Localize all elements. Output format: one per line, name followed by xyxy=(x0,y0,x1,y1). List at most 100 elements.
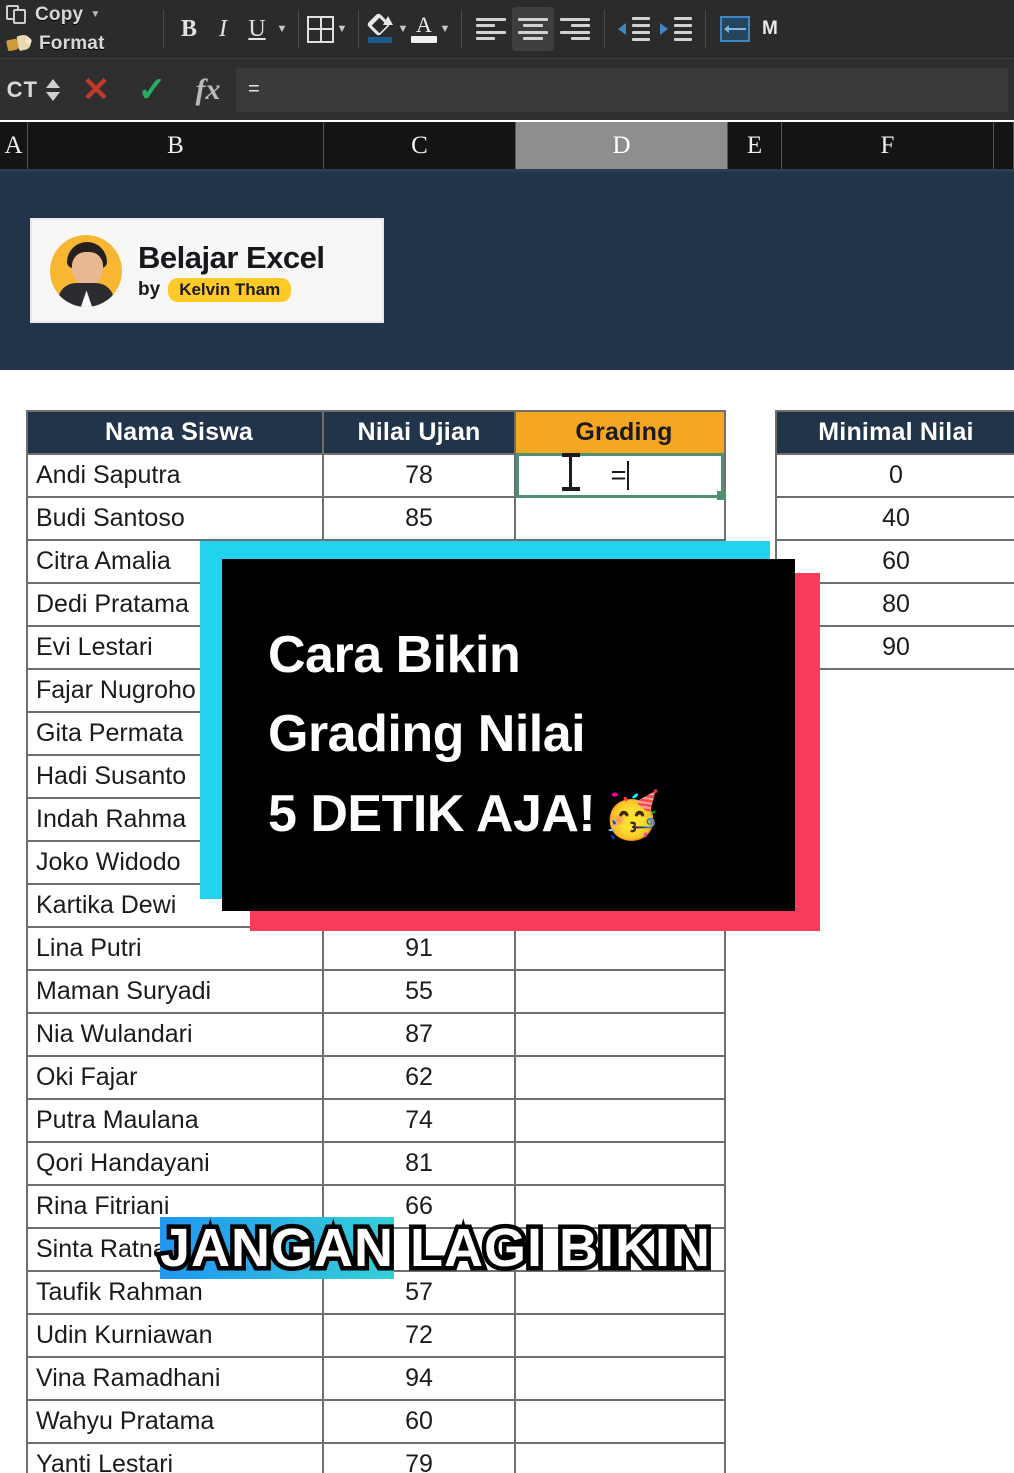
cell-score[interactable]: 62 xyxy=(322,1055,516,1100)
table-row: Budi Santoso 85 xyxy=(26,496,726,541)
cell-minimal-nilai[interactable]: 0 xyxy=(775,453,1014,498)
chevron-down-icon: ▼ xyxy=(90,9,101,20)
cell-score[interactable]: 78 xyxy=(322,453,516,498)
cell-name[interactable]: Vina Ramadhani xyxy=(26,1356,324,1401)
cell-grade[interactable] xyxy=(514,1399,726,1444)
cell-grade[interactable] xyxy=(514,1098,726,1143)
column-header-f[interactable]: F xyxy=(782,122,994,169)
cell-grade[interactable] xyxy=(514,1141,726,1186)
table-row: Vina Ramadhani 94 xyxy=(26,1356,726,1401)
channel-logo-card: Belajar Excel by Kelvin Tham xyxy=(30,218,384,323)
copy-icon xyxy=(6,4,28,25)
cell-grade[interactable] xyxy=(514,1012,726,1057)
cell-score[interactable]: 91 xyxy=(322,926,516,971)
font-color-icon[interactable]: A xyxy=(411,14,437,44)
promo-card-body: Cara Bikin Grading Nilai 5 DETIK AJA! 🥳 xyxy=(222,559,795,911)
cell-score[interactable]: 72 xyxy=(322,1313,516,1358)
promo-line-3-wrap: 5 DETIK AJA! 🥳 xyxy=(268,777,795,852)
formula-bar: CT ✕ ✓ fx = xyxy=(0,58,1014,120)
lookup-row: 0 xyxy=(775,453,1014,498)
cell-score[interactable]: 60 xyxy=(322,1399,516,1444)
party-face-emoji: 🥳 xyxy=(603,788,661,841)
table-row: Nia Wulandari 87 xyxy=(26,1012,726,1057)
active-cell-content: = xyxy=(610,460,627,490)
cell-name[interactable]: Lina Putri xyxy=(26,926,324,971)
cell-score[interactable]: 87 xyxy=(322,1012,516,1057)
cell-grade[interactable] xyxy=(514,926,726,971)
cell-name[interactable]: Maman Suryadi xyxy=(26,969,324,1014)
merge-label: M xyxy=(762,18,778,39)
confirm-formula-button[interactable]: ✓ xyxy=(124,59,180,121)
caption-word: BIKIN xyxy=(555,1214,715,1283)
cell-name[interactable]: Oki Fajar xyxy=(26,1055,324,1100)
column-header-e[interactable]: E xyxy=(728,122,782,169)
table-row: Putra Maulana 74 xyxy=(26,1098,726,1143)
format-painter-button[interactable]: Format xyxy=(6,29,155,58)
align-right-button[interactable] xyxy=(554,7,596,51)
align-left-button[interactable] xyxy=(470,7,512,51)
cell-grade[interactable] xyxy=(514,1055,726,1100)
table-row: Maman Suryadi 55 xyxy=(26,969,726,1014)
borders-icon[interactable] xyxy=(307,15,334,43)
cell-name[interactable]: Udin Kurniawan xyxy=(26,1313,324,1358)
insert-function-icon[interactable]: fx xyxy=(180,59,236,121)
header-nama-siswa: Nama Siswa xyxy=(26,410,324,455)
column-header-c[interactable]: C xyxy=(324,122,516,169)
cell-score[interactable]: 79 xyxy=(322,1442,516,1473)
clipboard-group: Copy ▼ Format xyxy=(0,0,172,58)
by-label: by xyxy=(138,278,161,300)
borders-chevron-down-icon[interactable]: ▼ xyxy=(334,23,350,35)
name-box-spinner[interactable] xyxy=(38,78,68,101)
divider xyxy=(705,10,706,48)
bold-button[interactable]: B xyxy=(172,9,206,49)
column-header-a[interactable]: A xyxy=(0,122,28,169)
cell-grade[interactable] xyxy=(514,496,726,541)
ribbon-toolbar: Copy ▼ Format B I U ▼ ▼ ▼ A ▼ M xyxy=(0,0,1014,58)
cell-score[interactable]: 55 xyxy=(322,969,516,1014)
italic-button[interactable]: I xyxy=(206,9,240,49)
copy-button[interactable]: Copy ▼ xyxy=(6,0,155,29)
cell-name[interactable]: Nia Wulandari xyxy=(26,1012,324,1057)
header-grading: Grading xyxy=(514,410,726,455)
cell-name[interactable]: Budi Santoso xyxy=(26,496,324,541)
cell-score[interactable]: 81 xyxy=(322,1141,516,1186)
table-row: Qori Handayani 81 xyxy=(26,1141,726,1186)
cell-minimal-nilai[interactable]: 40 xyxy=(775,496,1014,541)
underline-button[interactable]: U xyxy=(240,9,274,49)
divider xyxy=(358,10,359,48)
increase-indent-icon xyxy=(660,17,692,41)
name-box[interactable]: CT xyxy=(0,59,38,121)
font-color-chevron-down-icon[interactable]: ▼ xyxy=(437,23,453,35)
decrease-indent-button[interactable] xyxy=(613,7,655,51)
fill-color-chevron-down-icon[interactable]: ▼ xyxy=(395,23,411,35)
cell-grade[interactable] xyxy=(514,1442,726,1473)
table-header-row: Nama Siswa Nilai Ujian Grading xyxy=(26,410,726,455)
alignment-group: M xyxy=(470,0,778,58)
underline-chevron-down-icon[interactable]: ▼ xyxy=(274,23,290,35)
increase-indent-button[interactable] xyxy=(655,7,697,51)
cell-score[interactable]: 94 xyxy=(322,1356,516,1401)
merge-cells-button[interactable] xyxy=(714,7,756,51)
cell-name[interactable]: Wahyu Pratama xyxy=(26,1399,324,1444)
cell-name[interactable]: Putra Maulana xyxy=(26,1098,324,1143)
cell-name[interactable]: Qori Handayani xyxy=(26,1141,324,1186)
cancel-formula-button[interactable]: ✕ xyxy=(68,59,124,121)
cell-score[interactable]: 74 xyxy=(322,1098,516,1143)
column-header-d[interactable]: D xyxy=(516,122,728,169)
cell-grade[interactable] xyxy=(514,969,726,1014)
fill-handle[interactable] xyxy=(717,491,726,500)
author-name: Kelvin Tham xyxy=(168,277,292,302)
cell-name[interactable]: Yanti Lestari xyxy=(26,1442,324,1473)
fill-color-icon[interactable] xyxy=(366,12,395,44)
format-painter-icon xyxy=(4,29,34,58)
formula-input[interactable]: = xyxy=(236,67,1008,112)
column-header-g[interactable] xyxy=(994,122,1014,169)
cell-grade[interactable] xyxy=(514,1356,726,1401)
active-cell-d2[interactable]: = xyxy=(516,453,726,500)
cell-grade[interactable] xyxy=(514,1313,726,1358)
format-label: Format xyxy=(39,32,105,54)
column-header-b[interactable]: B xyxy=(28,122,324,169)
align-center-button[interactable] xyxy=(512,7,554,51)
cell-score[interactable]: 85 xyxy=(322,496,516,541)
cell-name[interactable]: Andi Saputra xyxy=(26,453,324,498)
